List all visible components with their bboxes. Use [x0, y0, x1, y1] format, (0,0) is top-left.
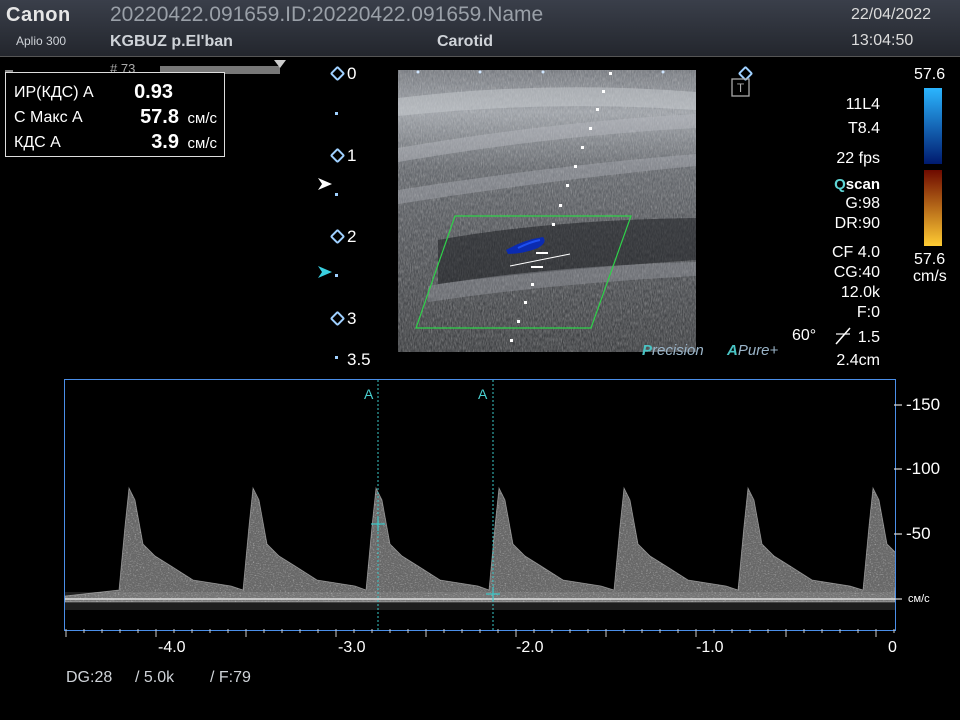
color-frequency: CF 4.0 — [831, 244, 880, 261]
focus-arrow-icon[interactable] — [318, 178, 332, 190]
depth-label: 1 — [347, 146, 357, 165]
gain-value: G:98 — [845, 195, 880, 212]
time-tick: -1.0 — [696, 639, 724, 656]
measurement-value: 3.9 — [151, 131, 179, 153]
depth-label: 2 — [347, 227, 357, 246]
color-filter: F:0 — [856, 304, 880, 321]
depth-label: 3 — [347, 309, 357, 328]
measurement-unit: см/с — [187, 110, 217, 127]
time-tick: -2.0 — [516, 639, 544, 656]
patient-id: 20220422.091659.ID:20220422.091659.Name — [110, 3, 544, 26]
depth-mark-icon — [329, 228, 346, 245]
probe-name: 11L4 — [845, 96, 880, 113]
colorbar-negative — [924, 170, 942, 246]
colorbar-top-value: 57.6 — [914, 66, 946, 83]
depth-label: 0 — [347, 64, 357, 83]
velocity-tick: -50 — [906, 524, 931, 543]
colorbar-bottom-value: 57.6 — [914, 251, 946, 268]
cine-marker-icon — [274, 60, 286, 68]
angle-correct-icon — [835, 327, 851, 345]
measurement-row-ri: ИР(КДС) А 0.93 — [14, 81, 219, 105]
steer-angle: 60° — [792, 327, 817, 344]
depth-mark-icon — [329, 65, 346, 82]
svg-text:T: T — [737, 81, 745, 95]
measurement-label: КДС А — [14, 134, 61, 151]
doppler-prf: / 5.0k — [135, 669, 175, 686]
angle-value: 1.5 — [857, 329, 880, 346]
measurement-value: 57.8 — [140, 106, 179, 128]
velocity-tick: -100 — [906, 459, 941, 478]
velocity-axis — [894, 404, 902, 600]
colorbar-positive — [924, 88, 942, 164]
apure-badge: APure+ — [727, 342, 779, 359]
hospital-name: KGBUZ p.El'ban — [110, 33, 233, 50]
depth-mark-icon — [329, 147, 346, 164]
sample-depth: 2.4cm — [836, 352, 880, 369]
cursor-a-label: A — [364, 386, 374, 402]
velocity-tick: -150 — [906, 395, 941, 414]
measurement-row-edv: КДС А 3.9 см/с — [14, 131, 219, 155]
measurement-panel: ИР(КДС) А 0.93 С Макс А 57.8 см/с КДС А … — [5, 72, 225, 157]
depth-dot — [335, 356, 338, 359]
depth-mark-icon — [329, 310, 346, 327]
exam-time: 13:04:50 — [851, 32, 914, 49]
brand-logo: Canon — [6, 4, 71, 26]
time-tick: 0 — [888, 639, 897, 656]
color-gain: CG:40 — [833, 264, 880, 281]
measurement-unit: см/с — [187, 135, 217, 152]
spectral-doppler-trace[interactable] — [64, 379, 896, 631]
measurement-label: С Макс А — [14, 109, 83, 126]
focus-arrow-icon[interactable] — [318, 266, 332, 278]
exam-preset: Carotid — [437, 33, 493, 50]
colorbar-unit: cm/s — [913, 268, 947, 285]
measurement-row-psv: С Макс А 57.8 см/с — [14, 106, 219, 130]
frame-rate: 22 fps — [836, 150, 880, 167]
depth-dot — [335, 193, 338, 196]
measurement-label: ИР(КДС) А — [14, 84, 94, 101]
scan-markers — [416, 70, 665, 74]
time-axis — [65, 629, 895, 637]
color-prf: 12.0k — [840, 284, 880, 301]
exam-date: 22/04/2022 — [851, 6, 932, 23]
velocity-unit: см/с — [908, 593, 930, 605]
text-annotation-icon[interactable]: T — [731, 78, 751, 98]
doppler-gain: DG:28 — [66, 669, 113, 686]
cursor-a-label: A — [478, 386, 488, 402]
depth-dot — [335, 274, 338, 277]
doppler-filter: / F:79 — [210, 669, 251, 686]
depth-label: 3.5 — [347, 350, 371, 369]
time-tick: -3.0 — [338, 639, 366, 656]
thermal-index: T8.4 — [847, 120, 880, 137]
depth-dot — [335, 112, 338, 115]
bmode-image[interactable] — [398, 70, 696, 352]
device-model: Aplio 300 — [16, 34, 67, 48]
dynamic-range: DR:90 — [834, 215, 880, 232]
time-tick: -4.0 — [158, 639, 186, 656]
measurement-value: 0.93 — [134, 81, 173, 103]
color-velocity-bar — [924, 88, 942, 246]
precision-badge: Precision — [642, 342, 704, 359]
